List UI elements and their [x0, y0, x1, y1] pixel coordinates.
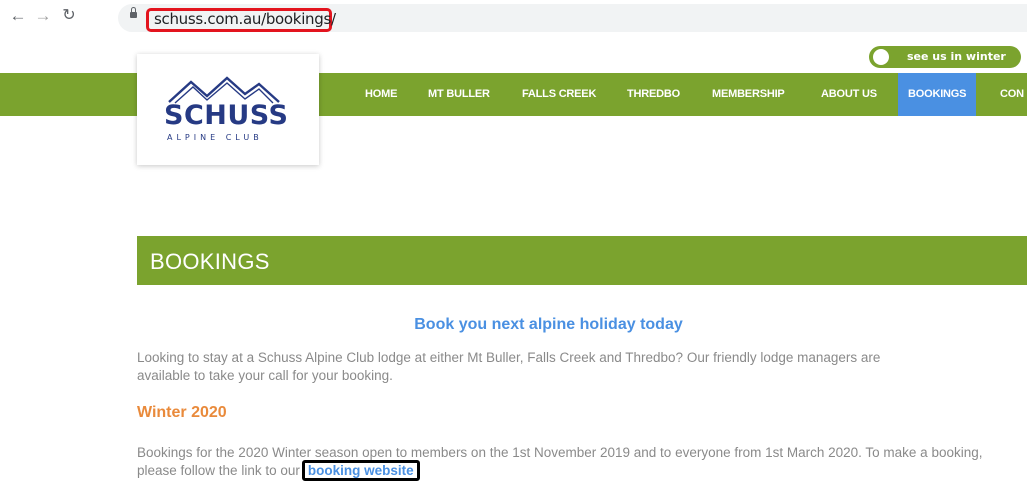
- toggle-knob-icon: [873, 49, 889, 65]
- nav-item-bookings[interactable]: BOOKINGS: [898, 73, 977, 116]
- intro-paragraph: Looking to stay at a Schuss Alpine Club …: [137, 350, 881, 383]
- lock-icon[interactable]: [130, 7, 137, 18]
- booking-website-link[interactable]: booking website: [301, 460, 420, 481]
- logo-wordmark: SCHUSS: [164, 100, 289, 131]
- forward-arrow-icon[interactable]: →: [33, 6, 53, 26]
- nav-item-falls-creek[interactable]: FALLS CREEK: [522, 73, 596, 116]
- site-logo[interactable]: SCHUSS ALPINE CLUB: [137, 54, 319, 165]
- url-text[interactable]: schuss.com.au/bookings/: [154, 10, 336, 28]
- winter-text: Bookings for the 2020 Winter season open…: [137, 445, 983, 478]
- winter-paragraph: Bookings for the 2020 Winter season open…: [137, 444, 1017, 481]
- logo-subtitle: ALPINE CLUB: [167, 133, 263, 142]
- reload-icon[interactable]: ↻: [59, 6, 79, 26]
- back-arrow-icon[interactable]: ←: [8, 6, 28, 26]
- nav-item-contact[interactable]: CON: [1000, 73, 1024, 116]
- headline: Book you next alpine holiday today: [414, 316, 683, 333]
- toggle-label: see us in winter: [907, 50, 1006, 63]
- nav-item-about-us[interactable]: ABOUT US: [821, 73, 877, 116]
- nav-item-membership[interactable]: MEMBERSHIP: [712, 73, 785, 116]
- winter-toggle[interactable]: see us in winter: [869, 46, 1021, 68]
- page-title: BOOKINGS: [150, 249, 270, 274]
- nav-item-thredbo[interactable]: THREDBO: [627, 73, 680, 116]
- nav-item-home[interactable]: HOME: [365, 73, 397, 116]
- page-title-band: BOOKINGS: [137, 236, 1027, 285]
- browser-toolbar: ← → ↻ schuss.com.au/bookings/: [0, 0, 1027, 40]
- winter-heading: Winter 2020: [137, 404, 227, 421]
- nav-item-mt-buller[interactable]: MT BULLER: [428, 73, 490, 116]
